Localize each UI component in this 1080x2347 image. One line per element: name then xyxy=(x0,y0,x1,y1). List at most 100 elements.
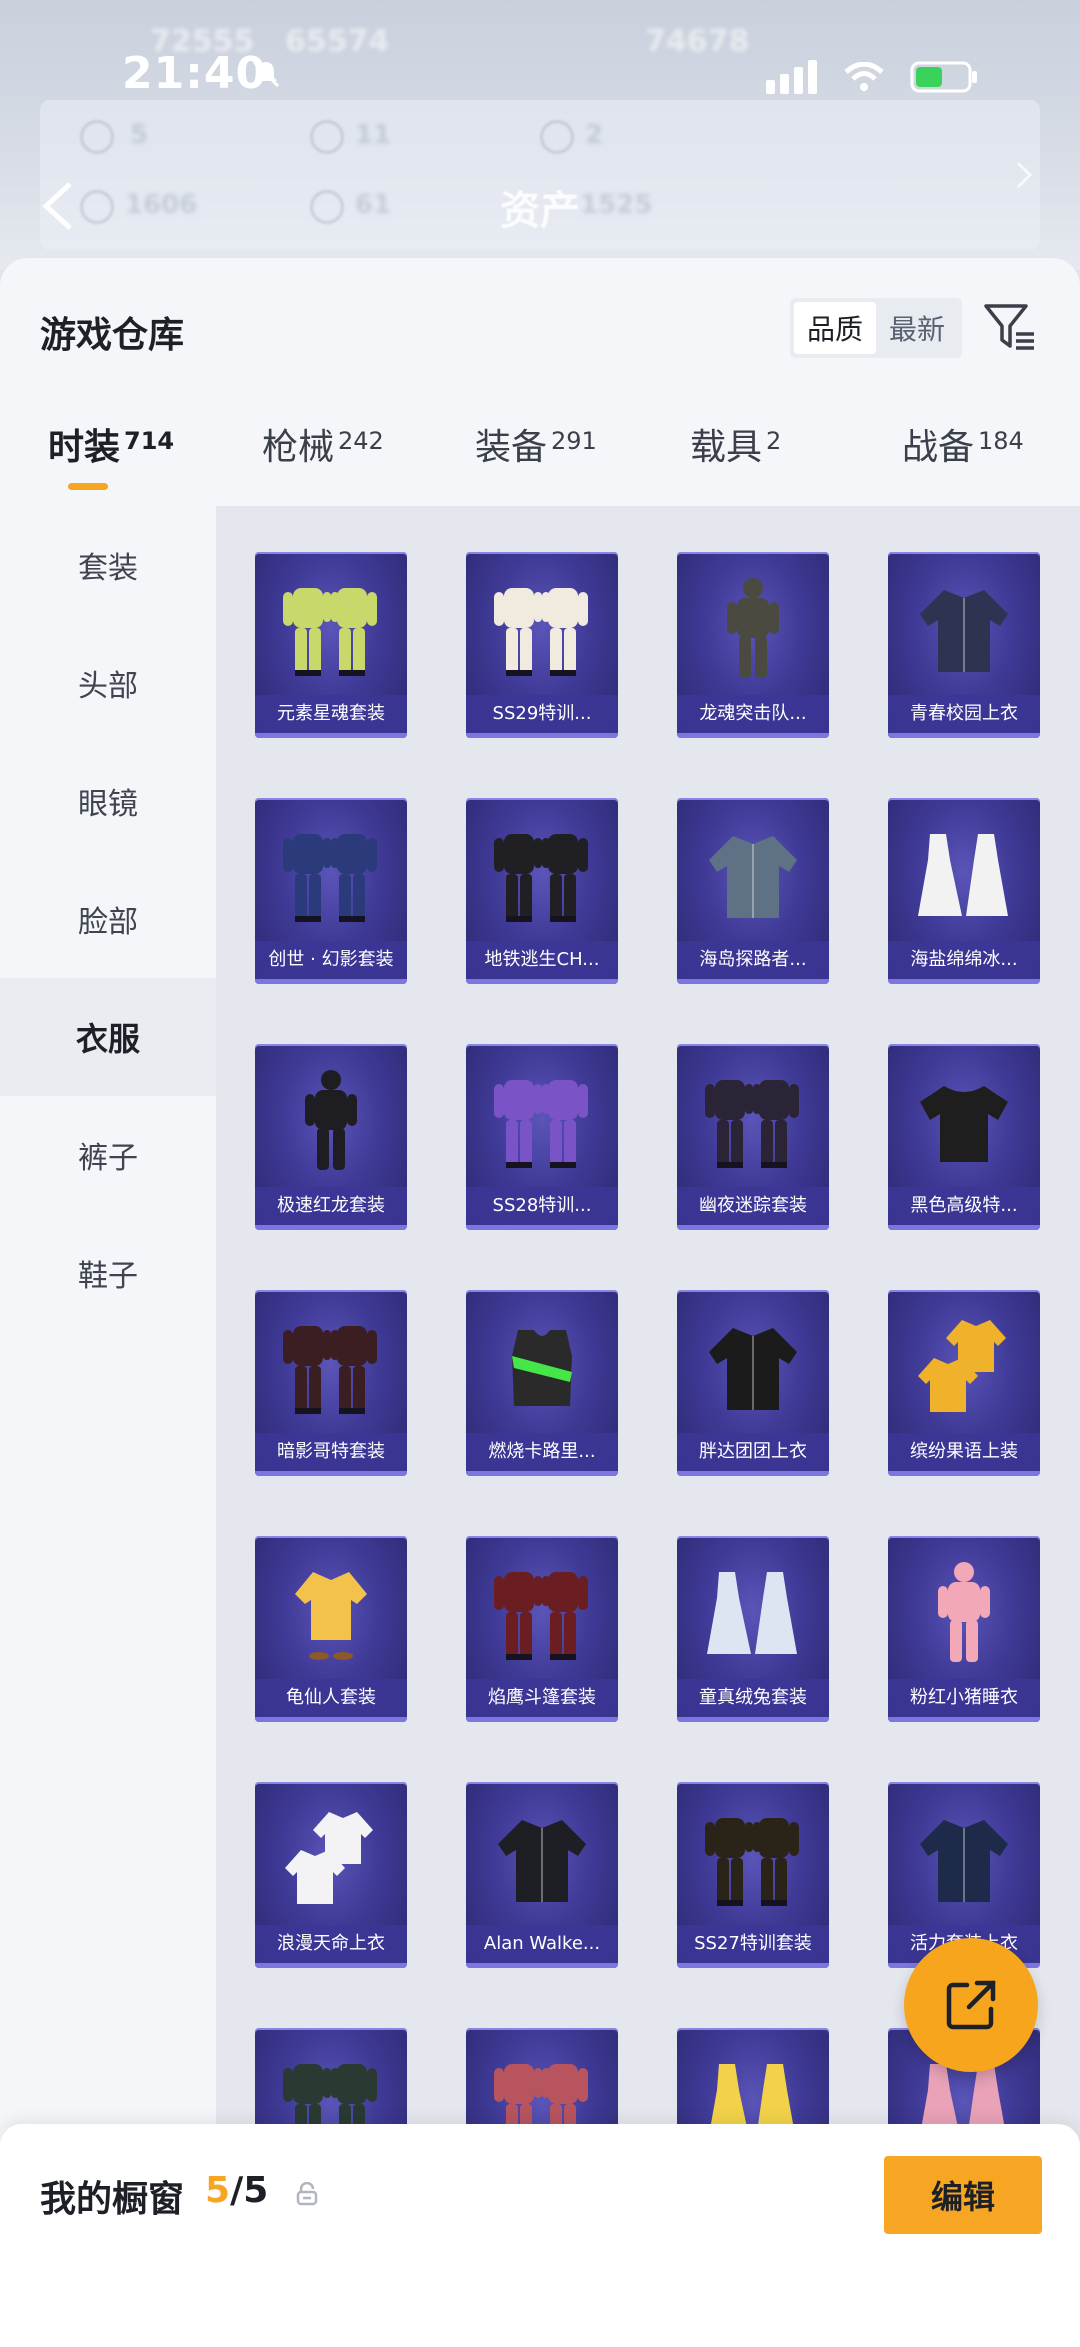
item-card[interactable]: 地铁逃生CH... xyxy=(466,798,618,984)
outfit-pair-icon xyxy=(255,810,407,940)
sidebar-item-shoes[interactable]: 鞋子 xyxy=(0,1214,216,1332)
bg-stat: 11 xyxy=(355,120,392,150)
outfit-pair-icon xyxy=(677,1056,829,1186)
item-name: SS28特训... xyxy=(466,1187,618,1225)
item-name: 燃烧卡路里... xyxy=(466,1433,618,1471)
item-name: 龙魂突击队... xyxy=(677,695,829,733)
item-card[interactable]: Alan Walke... xyxy=(466,1782,618,1968)
showcase-label: 我的橱窗 xyxy=(40,2179,185,2220)
item-card[interactable]: 童真绒兔套装 xyxy=(677,1536,829,1722)
item-card[interactable]: 胖达团团上衣 xyxy=(677,1290,829,1476)
item-grid-area: 元素星魂套装 SS29特训... 龙魂突击队... 青春校园上衣 创世 · 幻影… xyxy=(216,506,1080,2347)
outfit-pair-icon xyxy=(466,1548,618,1678)
jacket-icon xyxy=(888,564,1040,694)
showcase-count: 5/5 xyxy=(205,2170,268,2211)
share-button[interactable] xyxy=(904,1938,1038,2072)
item-name: 海盐绵绵冰... xyxy=(888,941,1040,979)
item-name: 创世 · 幻影套装 xyxy=(255,941,407,979)
battery-icon xyxy=(910,61,980,97)
tab-count: 714 xyxy=(124,427,175,455)
item-card[interactable]: 缤纷果语上装 xyxy=(888,1290,1040,1476)
item-card[interactable]: 黑色高级特... xyxy=(888,1044,1040,1230)
item-card[interactable]: 海岛探路者... xyxy=(677,798,829,984)
back-icon[interactable] xyxy=(40,180,74,236)
tab-count: 242 xyxy=(338,427,384,455)
sidebar-item-glasses[interactable]: 眼镜 xyxy=(0,742,216,860)
sidebar-item-clothes[interactable]: 衣服 xyxy=(0,978,216,1096)
jacket-icon xyxy=(466,1794,618,1924)
dress-icon xyxy=(888,810,1040,940)
tab-label: 战备 xyxy=(902,427,975,468)
item-name: 黑色高级特... xyxy=(888,1187,1040,1225)
background-header: 72555 65574 74678 5 11 2 1606 61 1525 21… xyxy=(0,0,1080,270)
tab-label: 时装 xyxy=(48,427,121,468)
bg-icon xyxy=(540,120,574,154)
item-name: 胖达团团上衣 xyxy=(677,1433,829,1471)
status-time: 21:40 xyxy=(122,48,268,99)
sidebar-item-face[interactable]: 脸部 xyxy=(0,860,216,978)
category-tabs: 时装 714 枪械 242 装备 291 载具 2 战备 184 xyxy=(0,388,1080,506)
bell-muted-icon xyxy=(250,58,282,94)
item-card[interactable]: SS27特训套装 xyxy=(677,1782,829,1968)
bg-stat: 2 xyxy=(585,120,604,150)
tab-fashion[interactable]: 时装 714 xyxy=(48,418,174,470)
filter-icon xyxy=(984,304,1034,350)
bg-icon xyxy=(80,190,114,224)
filter-button[interactable] xyxy=(980,298,1040,358)
item-card[interactable]: 极速红龙套装 xyxy=(255,1044,407,1230)
item-name: 海岛探路者... xyxy=(677,941,829,979)
item-card[interactable]: 焰鹰斗篷套装 xyxy=(466,1536,618,1722)
tab-count: 2 xyxy=(766,427,782,455)
item-card[interactable]: 浪漫天命上衣 xyxy=(255,1782,407,1968)
sort-quality-button[interactable]: 品质 xyxy=(794,302,876,354)
item-card[interactable]: SS29特训... xyxy=(466,552,618,738)
item-card[interactable]: 粉红小猪睡衣 xyxy=(888,1536,1040,1722)
sidebar-item-head[interactable]: 头部 xyxy=(0,624,216,742)
tab-label: 装备 xyxy=(475,427,548,468)
tab-supplies[interactable]: 战备 184 xyxy=(902,418,1024,470)
tab-count: 291 xyxy=(551,427,597,455)
item-card[interactable]: 创世 · 幻影套装 xyxy=(255,798,407,984)
jacket-icon xyxy=(888,1794,1040,1924)
item-name: 元素星魂套装 xyxy=(255,695,407,733)
chevron-right-icon xyxy=(1014,160,1034,194)
item-card[interactable]: 燃烧卡路里... xyxy=(466,1290,618,1476)
item-name: 粉红小猪睡衣 xyxy=(888,1679,1040,1717)
item-name: 浪漫天命上衣 xyxy=(255,1925,407,1963)
tab-equipment[interactable]: 装备 291 xyxy=(475,418,597,470)
tab-guns[interactable]: 枪械 242 xyxy=(262,418,384,470)
wifi-icon xyxy=(844,61,884,96)
tab-vehicles[interactable]: 载具 2 xyxy=(690,418,781,470)
item-card[interactable]: 青春校园上衣 xyxy=(888,552,1040,738)
item-name: 暗影哥特套装 xyxy=(255,1433,407,1471)
showcase-total: /5 xyxy=(230,2170,269,2211)
item-card[interactable]: 幽夜迷踪套装 xyxy=(677,1044,829,1230)
sidebar-item-suit[interactable]: 套装 xyxy=(0,506,216,624)
outfit-pair-icon xyxy=(255,1302,407,1432)
sort-newest-button[interactable]: 最新 xyxy=(876,302,958,354)
item-name: 童真绒兔套装 xyxy=(677,1679,829,1717)
item-card[interactable]: 龟仙人套装 xyxy=(255,1536,407,1722)
tab-count: 184 xyxy=(978,427,1024,455)
bg-icon xyxy=(80,120,114,154)
sidebar-item-pants[interactable]: 裤子 xyxy=(0,1096,216,1214)
item-card[interactable]: 龙魂突击队... xyxy=(677,552,829,738)
bg-stat: 1606 xyxy=(125,190,198,220)
item-card[interactable]: 暗影哥特套装 xyxy=(255,1290,407,1476)
item-name: SS29特训... xyxy=(466,695,618,733)
external-link-icon xyxy=(946,1980,996,2030)
item-name: Alan Walke... xyxy=(466,1925,618,1963)
bg-icon xyxy=(310,190,344,224)
item-card[interactable]: 海盐绵绵冰... xyxy=(888,798,1040,984)
edit-button[interactable]: 编辑 xyxy=(884,2156,1042,2234)
jacket-icon xyxy=(677,810,829,940)
vest-icon xyxy=(466,1302,618,1432)
tab-active-indicator xyxy=(68,483,108,490)
warehouse-content: 套装 头部 眼镜 脸部 衣服 裤子 鞋子 元素星魂套装 SS29特训... 龙魂… xyxy=(0,506,1080,2347)
bg-stat: 1525 xyxy=(580,190,653,220)
item-card[interactable]: SS28特训... xyxy=(466,1044,618,1230)
item-card[interactable]: 元素星魂套装 xyxy=(255,552,407,738)
background-page-title: 资产 xyxy=(500,188,580,234)
item-name: 幽夜迷踪套装 xyxy=(677,1187,829,1225)
tab-label: 载具 xyxy=(690,427,763,468)
